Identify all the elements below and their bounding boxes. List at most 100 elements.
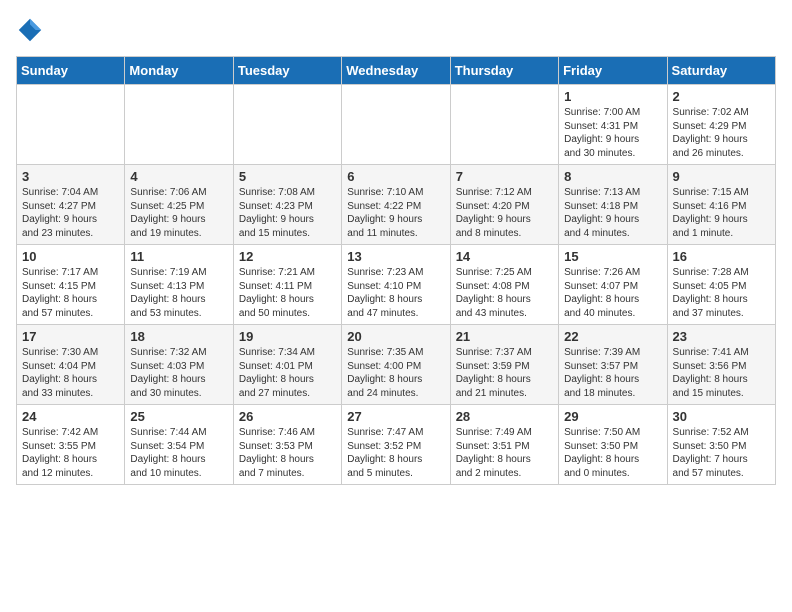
calendar-cell: [450, 85, 558, 165]
calendar-week-row: 10 Sunrise: 7:17 AM Sunset: 4:15 PM Dayli…: [17, 245, 776, 325]
weekday-header-friday: Friday: [559, 57, 667, 85]
day-info: Sunrise: 7:47 AM Sunset: 3:52 PM Dayligh…: [347, 426, 444, 480]
calendar-cell: 17 Sunrise: 7:30 AM Sunset: 4:04 PM Dayli…: [17, 325, 125, 405]
calendar-cell: 12 Sunrise: 7:21 AM Sunset: 4:11 PM Dayli…: [233, 245, 341, 325]
day-number: 17: [22, 329, 119, 344]
calendar-week-row: 3Sunrise: 7:04 AM Sunset: 4:27 PM Daylig…: [17, 165, 776, 245]
calendar-cell: [17, 85, 125, 165]
day-number: 26: [239, 409, 336, 424]
calendar-week-row: 24Sunrise: 7:42 AM Sunset: 3:55 PM Dayli…: [17, 405, 776, 485]
day-info: Sunrise: 7:08 AM Sunset: 4:23 PM Dayligh…: [239, 186, 336, 240]
day-info: Sunrise: 7:52 AM Sunset: 3:50 PM Dayligh…: [673, 426, 770, 480]
day-number: 13: [347, 249, 444, 264]
calendar-cell: [342, 85, 450, 165]
day-number: 6: [347, 169, 444, 184]
day-info: Sunrise: 7:21 AM Sunset: 4:11 PM Dayligh…: [239, 266, 336, 320]
day-number: 24: [22, 409, 119, 424]
day-number: 12: [239, 249, 336, 264]
logo: [16, 16, 48, 44]
day-info: Sunrise: 7:26 AM Sunset: 4:07 PM Dayligh…: [564, 266, 661, 320]
calendar-cell: 19 Sunrise: 7:34 AM Sunset: 4:01 PM Dayli…: [233, 325, 341, 405]
calendar-week-row: 1 Sunrise: 7:00 AM Sunset: 4:31 PM Daylig…: [17, 85, 776, 165]
day-info: Sunrise: 7:00 AM Sunset: 4:31 PM Dayligh…: [564, 106, 661, 160]
day-info: Sunrise: 7:12 AM Sunset: 4:20 PM Dayligh…: [456, 186, 553, 240]
calendar-cell: 24Sunrise: 7:42 AM Sunset: 3:55 PM Dayli…: [17, 405, 125, 485]
day-number: 5: [239, 169, 336, 184]
day-number: 27: [347, 409, 444, 424]
weekday-header-wednesday: Wednesday: [342, 57, 450, 85]
day-info: Sunrise: 7:10 AM Sunset: 4:22 PM Dayligh…: [347, 186, 444, 240]
calendar-cell: 28Sunrise: 7:49 AM Sunset: 3:51 PM Dayli…: [450, 405, 558, 485]
calendar-cell: 14 Sunrise: 7:25 AM Sunset: 4:08 PM Dayli…: [450, 245, 558, 325]
calendar-cell: 27 Sunrise: 7:47 AM Sunset: 3:52 PM Dayli…: [342, 405, 450, 485]
logo-icon: [16, 16, 44, 44]
weekday-header-sunday: Sunday: [17, 57, 125, 85]
day-number: 23: [673, 329, 770, 344]
day-number: 18: [130, 329, 227, 344]
calendar-cell: 16 Sunrise: 7:28 AM Sunset: 4:05 PM Dayli…: [667, 245, 775, 325]
calendar-cell: 26 Sunrise: 7:46 AM Sunset: 3:53 PM Dayli…: [233, 405, 341, 485]
calendar-week-row: 17 Sunrise: 7:30 AM Sunset: 4:04 PM Dayli…: [17, 325, 776, 405]
day-info: Sunrise: 7:37 AM Sunset: 3:59 PM Dayligh…: [456, 346, 553, 400]
calendar-cell: 30 Sunrise: 7:52 AM Sunset: 3:50 PM Dayli…: [667, 405, 775, 485]
day-info: Sunrise: 7:17 AM Sunset: 4:15 PM Dayligh…: [22, 266, 119, 320]
calendar-cell: 10 Sunrise: 7:17 AM Sunset: 4:15 PM Dayli…: [17, 245, 125, 325]
weekday-header-monday: Monday: [125, 57, 233, 85]
day-number: 9: [673, 169, 770, 184]
calendar-cell: 29Sunrise: 7:50 AM Sunset: 3:50 PM Dayli…: [559, 405, 667, 485]
day-info: Sunrise: 7:23 AM Sunset: 4:10 PM Dayligh…: [347, 266, 444, 320]
calendar-cell: 22Sunrise: 7:39 AM Sunset: 3:57 PM Dayli…: [559, 325, 667, 405]
day-number: 14: [456, 249, 553, 264]
day-info: Sunrise: 7:25 AM Sunset: 4:08 PM Dayligh…: [456, 266, 553, 320]
calendar-cell: 5 Sunrise: 7:08 AM Sunset: 4:23 PM Daylig…: [233, 165, 341, 245]
day-number: 22: [564, 329, 661, 344]
calendar-cell: [125, 85, 233, 165]
day-info: Sunrise: 7:13 AM Sunset: 4:18 PM Dayligh…: [564, 186, 661, 240]
day-number: 10: [22, 249, 119, 264]
day-info: Sunrise: 7:02 AM Sunset: 4:29 PM Dayligh…: [673, 106, 770, 160]
calendar-cell: 15 Sunrise: 7:26 AM Sunset: 4:07 PM Dayli…: [559, 245, 667, 325]
calendar-cell: 25 Sunrise: 7:44 AM Sunset: 3:54 PM Dayli…: [125, 405, 233, 485]
calendar-cell: 21Sunrise: 7:37 AM Sunset: 3:59 PM Dayli…: [450, 325, 558, 405]
day-number: 1: [564, 89, 661, 104]
weekday-header-thursday: Thursday: [450, 57, 558, 85]
calendar-cell: 8 Sunrise: 7:13 AM Sunset: 4:18 PM Daylig…: [559, 165, 667, 245]
day-number: 8: [564, 169, 661, 184]
day-info: Sunrise: 7:46 AM Sunset: 3:53 PM Dayligh…: [239, 426, 336, 480]
day-number: 15: [564, 249, 661, 264]
calendar-cell: 11Sunrise: 7:19 AM Sunset: 4:13 PM Dayli…: [125, 245, 233, 325]
day-info: Sunrise: 7:28 AM Sunset: 4:05 PM Dayligh…: [673, 266, 770, 320]
calendar-cell: 13 Sunrise: 7:23 AM Sunset: 4:10 PM Dayli…: [342, 245, 450, 325]
day-info: Sunrise: 7:44 AM Sunset: 3:54 PM Dayligh…: [130, 426, 227, 480]
calendar-header-row: SundayMondayTuesdayWednesdayThursdayFrid…: [17, 57, 776, 85]
calendar-cell: 9 Sunrise: 7:15 AM Sunset: 4:16 PM Daylig…: [667, 165, 775, 245]
day-info: Sunrise: 7:04 AM Sunset: 4:27 PM Dayligh…: [22, 186, 119, 240]
day-info: Sunrise: 7:19 AM Sunset: 4:13 PM Dayligh…: [130, 266, 227, 320]
calendar-cell: 6 Sunrise: 7:10 AM Sunset: 4:22 PM Daylig…: [342, 165, 450, 245]
day-info: Sunrise: 7:15 AM Sunset: 4:16 PM Dayligh…: [673, 186, 770, 240]
day-number: 20: [347, 329, 444, 344]
day-info: Sunrise: 7:34 AM Sunset: 4:01 PM Dayligh…: [239, 346, 336, 400]
day-info: Sunrise: 7:30 AM Sunset: 4:04 PM Dayligh…: [22, 346, 119, 400]
calendar-cell: 7 Sunrise: 7:12 AM Sunset: 4:20 PM Daylig…: [450, 165, 558, 245]
calendar-cell: [233, 85, 341, 165]
day-number: 19: [239, 329, 336, 344]
calendar-cell: 20 Sunrise: 7:35 AM Sunset: 4:00 PM Dayli…: [342, 325, 450, 405]
day-number: 30: [673, 409, 770, 424]
day-info: Sunrise: 7:32 AM Sunset: 4:03 PM Dayligh…: [130, 346, 227, 400]
day-info: Sunrise: 7:06 AM Sunset: 4:25 PM Dayligh…: [130, 186, 227, 240]
page-header: [16, 16, 776, 44]
calendar-cell: 4Sunrise: 7:06 AM Sunset: 4:25 PM Daylig…: [125, 165, 233, 245]
day-info: Sunrise: 7:49 AM Sunset: 3:51 PM Dayligh…: [456, 426, 553, 480]
day-info: Sunrise: 7:35 AM Sunset: 4:00 PM Dayligh…: [347, 346, 444, 400]
calendar-cell: 23Sunrise: 7:41 AM Sunset: 3:56 PM Dayli…: [667, 325, 775, 405]
day-number: 16: [673, 249, 770, 264]
day-number: 2: [673, 89, 770, 104]
weekday-header-tuesday: Tuesday: [233, 57, 341, 85]
calendar-table: SundayMondayTuesdayWednesdayThursdayFrid…: [16, 56, 776, 485]
day-number: 25: [130, 409, 227, 424]
weekday-header-saturday: Saturday: [667, 57, 775, 85]
calendar-cell: 2 Sunrise: 7:02 AM Sunset: 4:29 PM Daylig…: [667, 85, 775, 165]
calendar-cell: 3Sunrise: 7:04 AM Sunset: 4:27 PM Daylig…: [17, 165, 125, 245]
day-number: 7: [456, 169, 553, 184]
